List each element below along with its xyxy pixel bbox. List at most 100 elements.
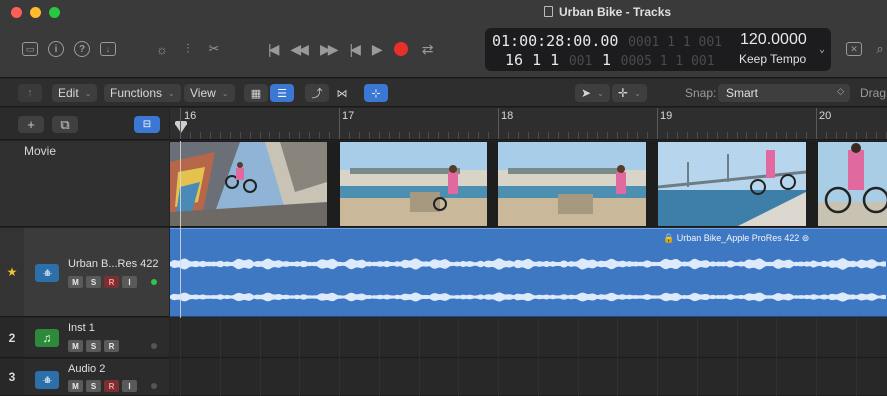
mute-button[interactable]: M bbox=[68, 276, 83, 288]
global-tracks-icon[interactable]: ⊟ bbox=[134, 116, 160, 133]
ruler-bar-line bbox=[339, 108, 340, 139]
track-header-toolbar: + ⧉ ⊟ bbox=[0, 108, 169, 140]
ruler-tick bbox=[647, 132, 649, 139]
track-header-2[interactable]: 2 ♫ Inst 1 M S R bbox=[0, 318, 169, 358]
grid-view-icon[interactable]: ▦ bbox=[244, 84, 268, 102]
grid-line bbox=[537, 318, 539, 396]
pointer-tool-menu[interactable]: ➤ ⌄ bbox=[575, 84, 610, 102]
ruler-tick bbox=[249, 132, 251, 139]
record-button[interactable] bbox=[393, 42, 408, 56]
grid-line bbox=[219, 318, 221, 396]
grid-line bbox=[458, 318, 460, 396]
record-enable-button[interactable]: R bbox=[104, 276, 119, 288]
playhead-marker-icon[interactable] bbox=[175, 124, 187, 133]
track-name-1[interactable]: Urban B...Res 422 bbox=[68, 258, 159, 270]
lcd-position: 16 1 1 bbox=[505, 51, 560, 69]
mute-button[interactable]: M bbox=[68, 380, 83, 392]
lcd-timecode: 01:00:28:00.00 bbox=[492, 32, 619, 50]
close-window-button[interactable] bbox=[11, 7, 22, 18]
mute-button[interactable]: M bbox=[68, 340, 83, 352]
inspector-icon[interactable]: i bbox=[48, 41, 64, 57]
ruler-bar-line bbox=[657, 108, 658, 139]
movie-track-header[interactable]: Movie bbox=[0, 141, 169, 227]
grid-line bbox=[736, 318, 738, 396]
ruler-tick bbox=[726, 132, 728, 139]
library-icon[interactable]: ▭ bbox=[22, 42, 38, 56]
flex-icon[interactable]: ⋈ bbox=[330, 84, 354, 102]
cycle-icon[interactable]: ⇄ bbox=[422, 41, 434, 58]
lcd-display[interactable]: 01:00:28:00.00 0001 1 1 001 16 1 1 001 1… bbox=[485, 28, 831, 71]
grid-line bbox=[259, 318, 261, 396]
lcd-position-dim: 0005 1 1 001 bbox=[620, 54, 715, 69]
stop-icon[interactable]: |◀ bbox=[350, 41, 362, 58]
edit-menu[interactable]: Edit ⌄ bbox=[52, 84, 98, 102]
input-monitor-button[interactable]: I bbox=[122, 380, 137, 392]
smart-controls-icon[interactable]: ☼ bbox=[154, 41, 170, 57]
quick-help-icon[interactable]: ? bbox=[74, 41, 90, 57]
browser-icon[interactable]: ⌕ bbox=[872, 41, 887, 57]
view-menu[interactable]: View ⌄ bbox=[184, 84, 235, 102]
movie-thumbnail bbox=[170, 142, 327, 226]
edit-menu-label: Edit bbox=[58, 86, 79, 100]
list-view-icon[interactable]: ☰ bbox=[270, 84, 294, 102]
lcd-chevron-icon[interactable]: ⌄ bbox=[819, 44, 825, 55]
solo-button[interactable]: S bbox=[86, 340, 101, 352]
minimize-window-button[interactable] bbox=[30, 7, 41, 18]
solo-button[interactable]: S bbox=[86, 380, 101, 392]
ruler-bar-line bbox=[816, 108, 817, 139]
ruler-bar-line bbox=[180, 108, 181, 139]
view-menu-label: View bbox=[190, 86, 216, 100]
ruler-tick bbox=[796, 132, 798, 139]
input-monitor-button[interactable]: I bbox=[122, 276, 137, 288]
right-buttons-group: ✕ ⌕ bbox=[846, 36, 887, 62]
track-header-3[interactable]: 3 ·ıllı· Audio 2 M S R I bbox=[0, 359, 169, 396]
track-lane-3[interactable] bbox=[170, 359, 887, 396]
rewind-icon[interactable]: ◀◀ bbox=[290, 41, 308, 58]
automation-icon[interactable]: ⤴ bbox=[305, 84, 329, 102]
record-enable-button[interactable]: R bbox=[104, 380, 119, 392]
ruler-tick bbox=[756, 132, 758, 139]
editor-buttons-group: ☼ ⫶ ✂ bbox=[154, 36, 222, 62]
secondary-tool-menu[interactable]: ✛ ⌄ bbox=[612, 84, 647, 102]
grid-line bbox=[339, 318, 340, 396]
track-name-2[interactable]: Inst 1 bbox=[68, 322, 95, 334]
record-enable-button[interactable]: R bbox=[104, 340, 119, 352]
ruler-tick bbox=[875, 132, 877, 139]
movie-thumbnail bbox=[818, 142, 887, 226]
bar-ruler[interactable]: 16 17 18 19 20 bbox=[170, 108, 887, 140]
tracks-area[interactable]: 🔒 Urban Bike_Apple ProRes 422 ⊚ bbox=[170, 141, 887, 396]
grid-line bbox=[696, 318, 698, 396]
editors-icon[interactable]: ✂ bbox=[206, 41, 222, 57]
window-title: Urban Bike - Tracks bbox=[544, 5, 671, 19]
movie-track-label: Movie bbox=[24, 144, 57, 158]
track-name-3[interactable]: Audio 2 bbox=[68, 363, 105, 375]
fast-forward-icon[interactable]: ▶▶ bbox=[320, 41, 338, 58]
ruler-tick bbox=[289, 132, 291, 139]
ruler-tick bbox=[607, 132, 609, 139]
toolbar-toggle-icon[interactable]: ↓ bbox=[100, 42, 116, 56]
add-track-button[interactable]: + bbox=[18, 116, 44, 133]
back-arrow-icon[interactable]: ↑ bbox=[18, 84, 42, 102]
play-icon[interactable]: ▶ bbox=[372, 41, 383, 58]
ruler-tick bbox=[259, 132, 261, 139]
ruler-bar-17: 17 bbox=[342, 110, 355, 122]
waveform-channel bbox=[170, 258, 886, 270]
list-editors-icon[interactable]: ✕ bbox=[846, 42, 862, 56]
catch-playhead-icon[interactable]: ⊹ bbox=[364, 84, 388, 102]
track-lane-2[interactable] bbox=[170, 318, 887, 358]
go-to-beginning-icon[interactable]: |◀ bbox=[268, 41, 280, 58]
track-header-1[interactable]: ★ ·ıllı· Urban B...Res 422 M S R I bbox=[0, 228, 169, 317]
grid-line bbox=[776, 318, 778, 396]
audio-waveform-icon: ·ıllı· bbox=[35, 264, 59, 282]
functions-menu[interactable]: Functions ⌄ bbox=[104, 84, 181, 102]
snap-select[interactable]: Smart ◇ bbox=[718, 84, 850, 102]
solo-button[interactable]: S bbox=[86, 276, 101, 288]
ruler-tick bbox=[279, 132, 281, 139]
duplicate-track-icon[interactable]: ⧉ bbox=[52, 116, 78, 133]
lcd-tempo-mode: Keep Tempo bbox=[739, 52, 807, 66]
audio-region[interactable]: 🔒 Urban Bike_Apple ProRes 422 ⊚ bbox=[170, 228, 887, 317]
mixer-icon[interactable]: ⫶ bbox=[180, 41, 196, 57]
ruler-bar-18: 18 bbox=[501, 110, 514, 122]
ruler-tick bbox=[557, 132, 559, 139]
zoom-window-button[interactable] bbox=[49, 7, 60, 18]
